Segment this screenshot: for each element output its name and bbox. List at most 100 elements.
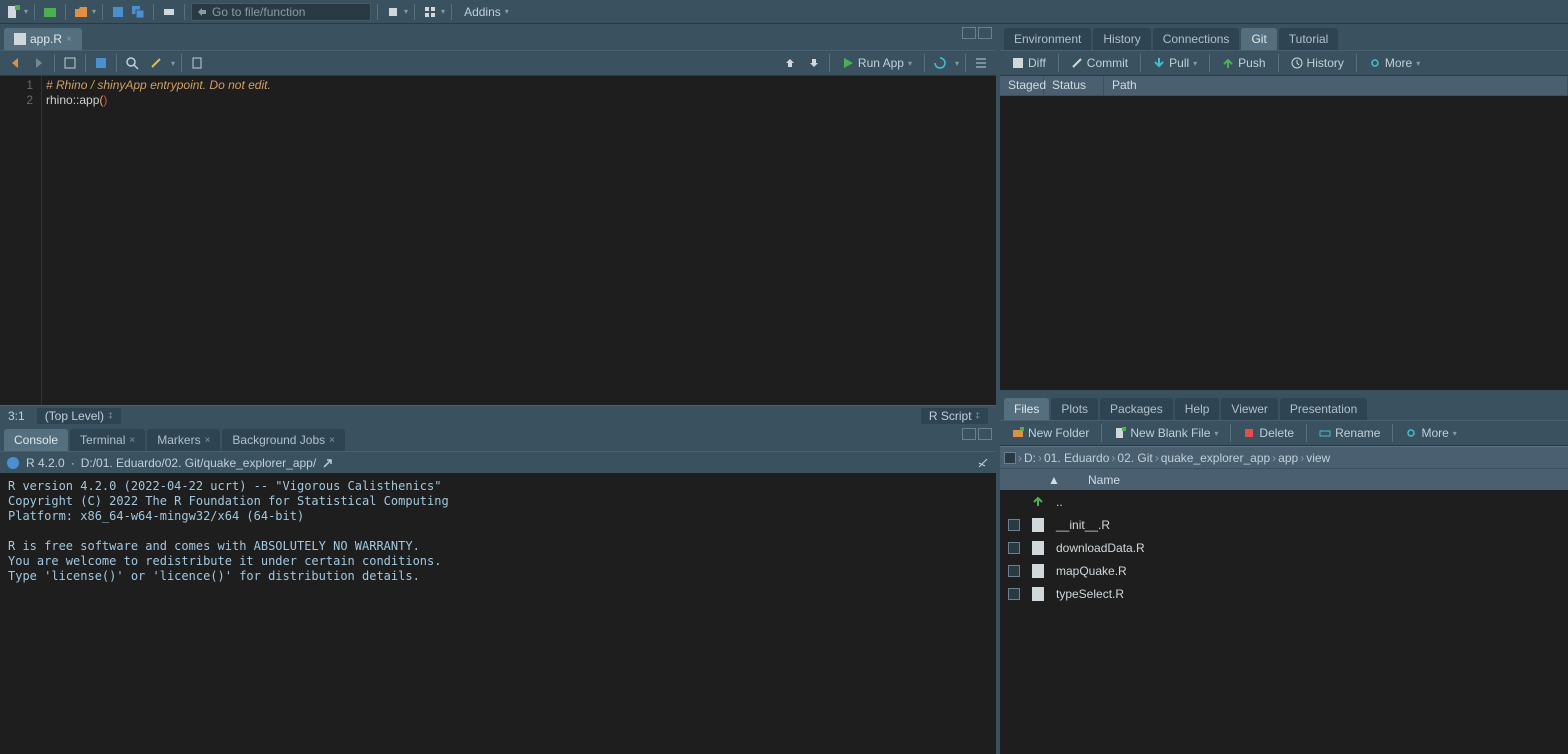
col-name[interactable]: Name — [1088, 473, 1120, 487]
tab-plots[interactable]: Plots — [1051, 398, 1098, 420]
maximize-icon[interactable] — [978, 27, 992, 39]
back-icon[interactable] — [6, 54, 24, 72]
commit-button[interactable]: Commit — [1065, 54, 1134, 72]
forward-icon[interactable] — [30, 54, 48, 72]
print-icon[interactable] — [160, 3, 178, 21]
breadcrumb-segment[interactable]: app — [1278, 451, 1298, 465]
col-status[interactable]: Status — [1044, 76, 1104, 95]
push-button[interactable]: Push — [1216, 54, 1271, 72]
dropdown-icon[interactable]: ▾ — [955, 59, 959, 68]
file-checkbox[interactable] — [1008, 565, 1020, 577]
separator — [181, 54, 182, 72]
separator — [1306, 424, 1307, 442]
new-blank-file-button[interactable]: New Blank File▾ — [1108, 424, 1224, 442]
file-row[interactable]: downloadData.R — [1000, 536, 1568, 559]
tab-terminal[interactable]: Terminal× — [70, 429, 145, 451]
save-all-icon[interactable] — [129, 3, 147, 21]
popout-icon[interactable] — [322, 457, 334, 469]
maximize-icon[interactable] — [978, 428, 992, 440]
tab-markers[interactable]: Markers× — [147, 429, 220, 451]
pull-button[interactable]: Pull▾ — [1147, 54, 1203, 72]
files-tabbar: Files Plots Packages Help Viewer Present… — [1000, 394, 1568, 420]
r-file-icon — [1032, 518, 1044, 532]
tab-packages[interactable]: Packages — [1100, 398, 1173, 420]
working-directory[interactable]: D:/01. Eduardo/02. Git/quake_explorer_ap… — [81, 456, 317, 470]
breadcrumb-segment[interactable]: 02. Git — [1117, 451, 1152, 465]
parent-dir-row[interactable]: .. — [1000, 490, 1568, 513]
git-changes-list[interactable] — [1000, 96, 1568, 390]
tab-git[interactable]: Git — [1241, 28, 1276, 50]
tab-files[interactable]: Files — [1004, 398, 1049, 420]
tab-connections[interactable]: Connections — [1153, 28, 1240, 50]
dropdown-icon[interactable]: ▾ — [404, 7, 408, 16]
file-row[interactable]: __init__.R — [1000, 513, 1568, 536]
separator — [829, 54, 830, 72]
goto-file-input[interactable]: Go to file/function — [191, 3, 371, 21]
rename-button[interactable]: Rename — [1313, 424, 1386, 442]
code-area[interactable]: # Rhino / shinyApp entrypoint. Do not ed… — [42, 76, 996, 405]
console-output[interactable]: R version 4.2.0 (2022-04-22 ucrt) -- "Vi… — [0, 473, 996, 754]
breadcrumb-segment[interactable]: view — [1306, 451, 1330, 465]
diff-button[interactable]: Diff — [1006, 54, 1052, 72]
grid-icon[interactable] — [421, 3, 439, 21]
addins-menu[interactable]: Addins▾ — [458, 5, 515, 19]
outline-icon[interactable] — [972, 54, 990, 72]
file-name: .. — [1056, 495, 1063, 509]
editor-body[interactable]: 12 # Rhino / shinyApp entrypoint. Do not… — [0, 76, 996, 405]
tab-presentation[interactable]: Presentation — [1280, 398, 1367, 420]
files-list: .. __init__.R downloadData.R mapQuake.R — [1000, 490, 1568, 754]
file-checkbox[interactable] — [1008, 519, 1020, 531]
new-folder-button[interactable]: New Folder — [1006, 424, 1095, 442]
separator — [116, 54, 117, 72]
document-outline-icon[interactable] — [188, 54, 206, 72]
language-selector[interactable]: R Script‡ — [921, 408, 988, 424]
file-row[interactable]: mapQuake.R — [1000, 559, 1568, 582]
tab-viewer[interactable]: Viewer — [1221, 398, 1277, 420]
tab-background-jobs[interactable]: Background Jobs× — [222, 429, 345, 451]
file-row[interactable]: typeSelect.R — [1000, 582, 1568, 605]
open-file-icon[interactable] — [72, 3, 90, 21]
col-staged[interactable]: Staged — [1000, 76, 1044, 95]
tools-icon[interactable] — [384, 3, 402, 21]
dropdown-icon[interactable]: ▾ — [24, 7, 28, 16]
tab-console[interactable]: Console — [4, 429, 68, 451]
breadcrumb-segment[interactable]: quake_explorer_app — [1161, 451, 1270, 465]
save-icon[interactable] — [109, 3, 127, 21]
editor-tab[interactable]: app.R × — [4, 28, 82, 50]
delete-button[interactable]: Delete — [1237, 424, 1300, 442]
file-checkbox[interactable] — [1008, 588, 1020, 600]
select-all-checkbox[interactable] — [1004, 452, 1016, 464]
history-button[interactable]: History — [1285, 54, 1350, 72]
go-to-next-icon[interactable] — [805, 54, 823, 72]
more-button[interactable]: More▾ — [1399, 424, 1462, 442]
close-icon[interactable]: × — [66, 34, 72, 45]
scope-selector[interactable]: (Top Level)‡ — [37, 408, 121, 424]
tab-tutorial[interactable]: Tutorial — [1279, 28, 1339, 50]
folder-up-icon — [1031, 495, 1045, 509]
minimize-icon[interactable] — [962, 428, 976, 440]
save-icon[interactable] — [92, 54, 110, 72]
sort-asc-icon[interactable]: ▲ — [1048, 473, 1064, 487]
find-icon[interactable] — [123, 54, 141, 72]
file-checkbox[interactable] — [1008, 542, 1020, 554]
dropdown-icon[interactable]: ▾ — [441, 7, 445, 16]
run-app-button[interactable]: Run App ▾ — [836, 54, 918, 72]
reload-icon[interactable] — [931, 54, 949, 72]
new-project-icon[interactable] — [41, 3, 59, 21]
tab-history[interactable]: History — [1093, 28, 1150, 50]
clear-console-icon[interactable] — [976, 456, 990, 470]
new-file-icon[interactable] — [4, 3, 22, 21]
more-button[interactable]: More▾ — [1363, 54, 1426, 72]
go-to-prev-icon[interactable] — [781, 54, 799, 72]
tab-help[interactable]: Help — [1175, 398, 1220, 420]
col-path[interactable]: Path — [1104, 76, 1568, 95]
wand-icon[interactable] — [147, 54, 165, 72]
breadcrumb-segment[interactable]: D: — [1024, 451, 1036, 465]
dropdown-icon[interactable]: ▾ — [92, 7, 96, 16]
breadcrumb-segment[interactable]: 01. Eduardo — [1044, 451, 1109, 465]
tab-environment[interactable]: Environment — [1004, 28, 1091, 50]
editor-tabbar: app.R × — [0, 24, 996, 50]
show-in-new-window-icon[interactable] — [61, 54, 79, 72]
dropdown-icon[interactable]: ▾ — [171, 59, 175, 68]
minimize-icon[interactable] — [962, 27, 976, 39]
